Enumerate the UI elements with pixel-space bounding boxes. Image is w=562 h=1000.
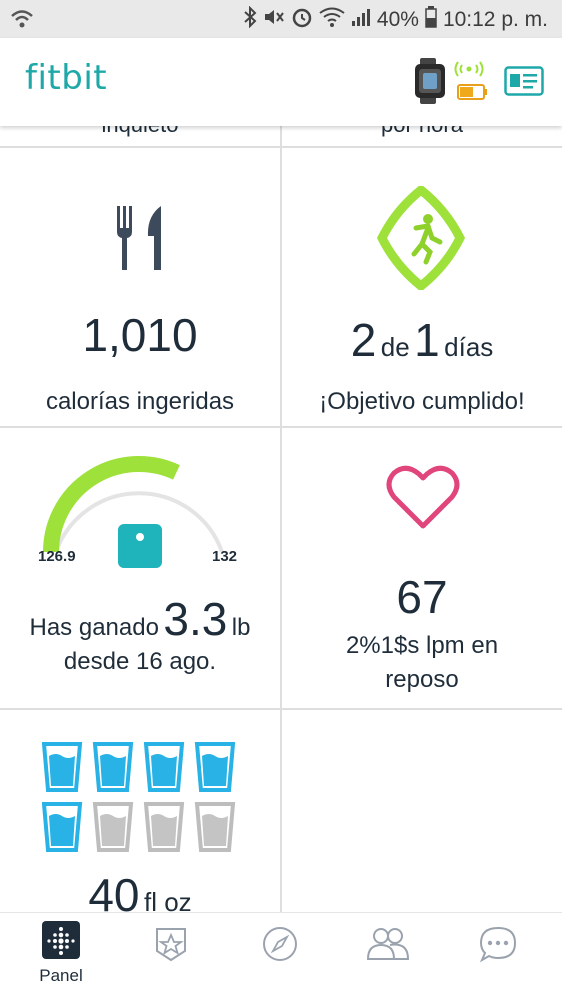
water-glass-full-icon — [92, 742, 134, 792]
weight-tile[interactable]: 126.9 132 Has ganado 3.3 lb desde 16 ago… — [0, 428, 280, 708]
star-badge-icon — [156, 928, 186, 962]
resting-heart-rate: 67 — [396, 571, 448, 623]
heart-icon — [386, 465, 460, 529]
water-value: 40 — [88, 869, 140, 912]
battery-percent: 40% — [376, 8, 419, 31]
watch-icon — [415, 58, 487, 104]
water-glass-empty-icon — [143, 802, 185, 852]
water-glass-full-icon — [143, 742, 185, 792]
dashboard-grid: inquieto por hora 1,010 calorías ingerid… — [0, 126, 562, 912]
gauge-min: 126.9 — [38, 548, 76, 565]
heart-rate-label-2: reposo — [385, 666, 459, 693]
water-glass-full-icon — [194, 742, 236, 792]
nav-panel[interactable]: Panel — [31, 921, 91, 986]
exercise-days-achieved: 2 — [350, 314, 377, 366]
calories-label: calorías ingeridas — [45, 388, 235, 415]
nav-discover[interactable] — [250, 925, 310, 968]
alarm-icon — [291, 6, 313, 34]
bluetooth-icon — [243, 5, 257, 34]
exercise-de: de — [380, 332, 410, 362]
weight-since: desde 16 ago. — [63, 648, 217, 675]
heart-rate-tile[interactable]: 67 2%1$s lpm en reposo — [282, 428, 562, 708]
exercise-days: 2 de 1 días — [282, 313, 562, 367]
exercise-dias: días — [444, 332, 494, 362]
nav-community[interactable] — [358, 925, 418, 968]
mute-icon — [263, 7, 285, 33]
weight-change: Has ganado 3.3 lb — [0, 592, 280, 646]
water-glasses — [42, 742, 236, 852]
exercise-days-goal: 1 — [414, 314, 440, 366]
fork-knife-icon — [117, 206, 161, 270]
compass-icon — [263, 927, 297, 961]
water-tile[interactable]: 40 fl oz — [0, 710, 280, 912]
nav-panel-label: Panel — [39, 966, 83, 985]
chat-icon — [479, 926, 517, 963]
gauge-max: 132 — [212, 548, 238, 565]
nav-messages[interactable] — [468, 925, 528, 968]
wifi-icon — [319, 7, 345, 33]
exercise-goal-label: ¡Objetivo cumplido! — [319, 388, 525, 415]
water-glass-empty-icon — [194, 802, 236, 852]
id-card-icon — [504, 66, 544, 96]
water-glass-full-icon — [42, 742, 83, 792]
water-glass-empty-icon — [92, 802, 134, 852]
app-header: fitbit — [0, 38, 562, 126]
sleep-tile-label: inquieto — [0, 126, 280, 138]
exercise-tile[interactable]: 2 de 1 días ¡Objetivo cumplido! — [282, 148, 562, 426]
calories-tile[interactable]: 1,010 calorías ingeridas — [0, 148, 280, 426]
weight-unit: lb — [231, 614, 251, 641]
weight-prefix: Has ganado — [29, 614, 159, 641]
device-status-button[interactable] — [414, 58, 494, 111]
wifi-calling-icon — [10, 7, 34, 35]
running-badge-icon — [376, 186, 466, 290]
heart-rate-label: 2%1$s lpm en — [345, 632, 499, 659]
scale-icon — [118, 524, 162, 568]
dashboard-icon — [42, 921, 80, 959]
hourly-tile-label: por hora — [282, 126, 562, 138]
profile-card-button[interactable] — [504, 66, 544, 101]
clock: 10:12 p. m. — [442, 8, 548, 31]
bottom-navigation: Panel — [0, 912, 562, 1000]
weight-value: 3.3 — [163, 593, 228, 645]
water-amount: 40 fl oz — [0, 868, 280, 912]
calories-value: 1,010 — [82, 309, 198, 361]
fitbit-logo: fitbit — [25, 58, 108, 98]
signal-icon — [351, 7, 371, 33]
water-glass-full-icon — [42, 802, 83, 852]
friends-icon — [366, 928, 410, 960]
water-unit: fl oz — [143, 887, 192, 912]
battery-icon — [425, 6, 437, 34]
status-bar: 40% 10:12 p. m. — [0, 0, 562, 38]
nav-challenges[interactable] — [141, 925, 201, 968]
